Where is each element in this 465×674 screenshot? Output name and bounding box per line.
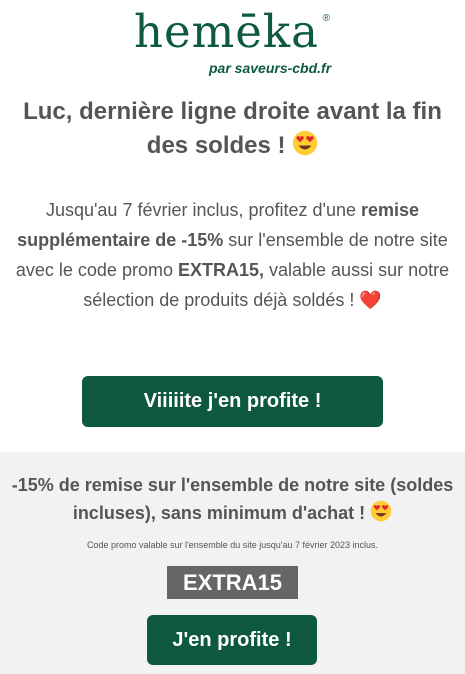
logo-wordmark: hemēka bbox=[133, 5, 319, 58]
email-top-section: hemēka ® par saveurs-cbd.fr Luc, dernièr… bbox=[0, 0, 465, 452]
intro-bold-code: EXTRA15, bbox=[177, 260, 264, 280]
brand-logo[interactable]: hemēka ® bbox=[0, 6, 465, 58]
promo-block: -15% de remise sur l'ensemble de notre s… bbox=[0, 452, 465, 674]
logo-tagline: par saveurs-cbd.fr bbox=[209, 60, 332, 76]
heart-eyes-emoji-icon bbox=[293, 130, 318, 156]
intro-paragraph: Jusqu'au 7 février inclus, profitez d'un… bbox=[10, 195, 455, 316]
registered-mark: ® bbox=[322, 13, 331, 24]
heart-eyes-emoji-icon bbox=[370, 500, 392, 522]
promo-note: Code promo valable sur l'ensemble du sit… bbox=[86, 540, 379, 550]
headline: Luc, dernière ligne droite avant la fin … bbox=[20, 95, 445, 163]
red-heart-icon: ❤️ bbox=[359, 290, 382, 311]
intro-text-1: Jusqu'au 7 février inclus, profitez d'un… bbox=[45, 200, 361, 220]
promo-title: -15% de remise sur l'ensemble de notre s… bbox=[10, 471, 455, 527]
promo-code: EXTRA15 bbox=[167, 566, 298, 599]
main-cta-button[interactable]: Viiiiite j'en profite ! bbox=[82, 376, 383, 427]
secondary-cta-button[interactable]: J'en profite ! bbox=[147, 615, 317, 665]
headline-text: Luc, dernière ligne droite avant la fin … bbox=[23, 98, 442, 159]
